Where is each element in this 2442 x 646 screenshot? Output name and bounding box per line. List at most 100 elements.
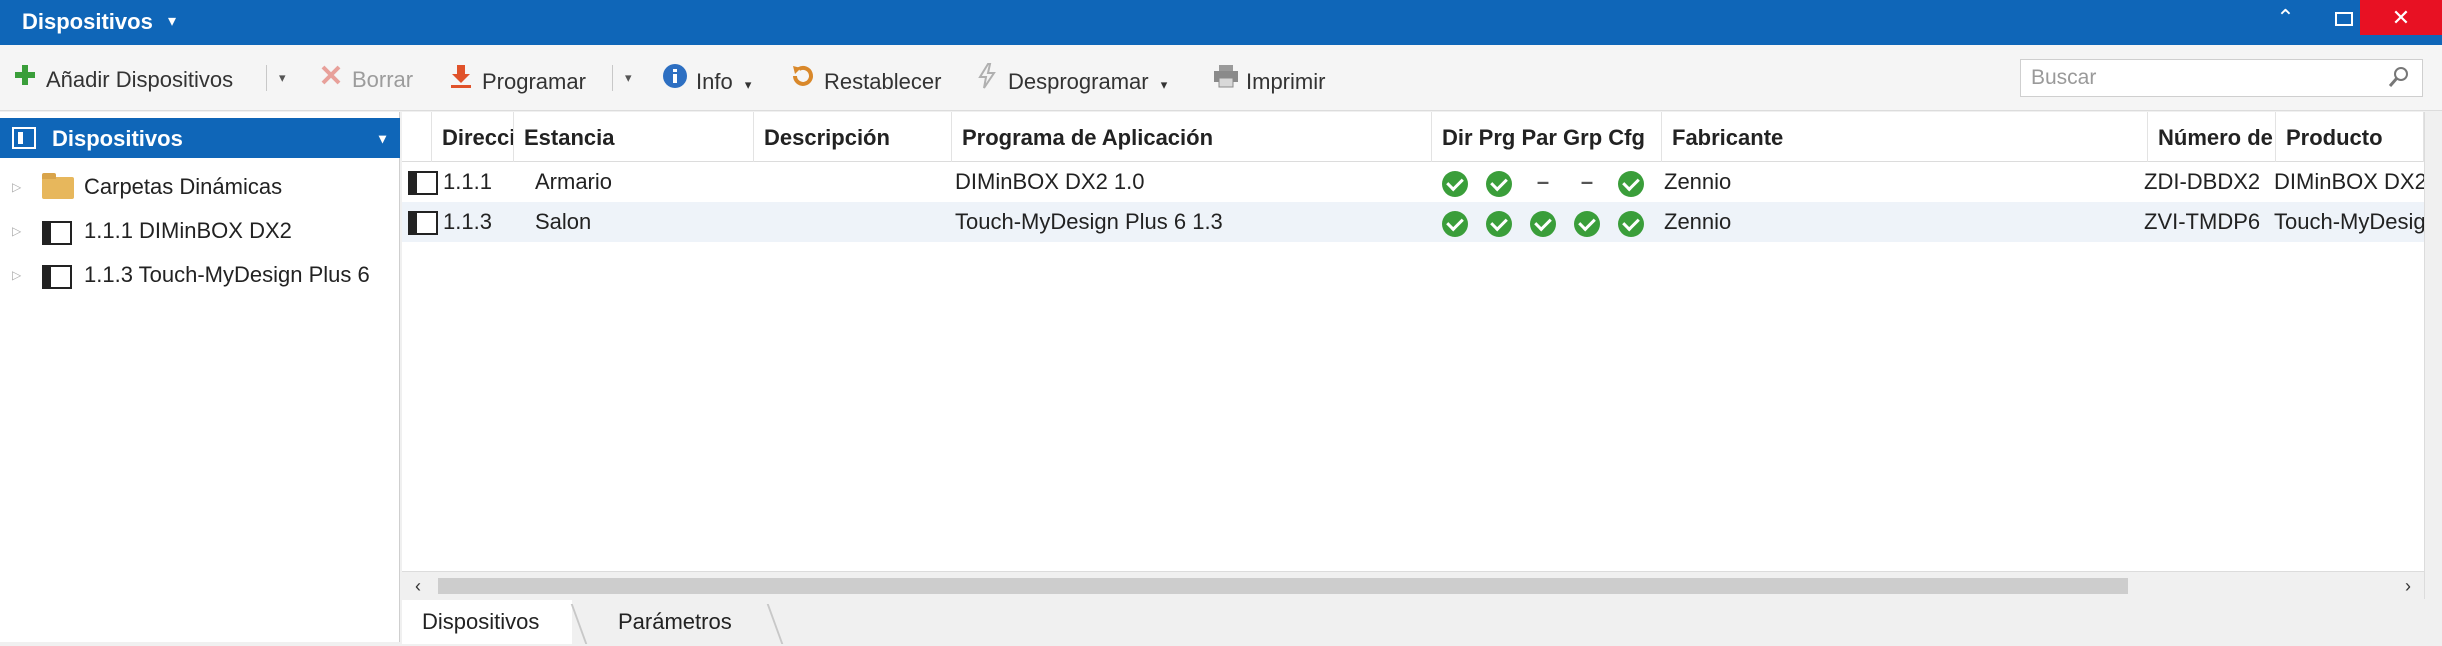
column-header-manufacturer[interactable]: Fabricante [1662, 112, 2148, 162]
table-row[interactable]: 1.1.3 Salon Touch-MyDesign Plus 6 1.3 Ze… [402, 202, 2424, 242]
program-dropdown-icon[interactable]: ▾ [625, 63, 632, 93]
column-header-product[interactable]: Producto [2276, 112, 2424, 162]
column-header-icon [402, 112, 432, 162]
column-header-app-program[interactable]: Programa de Aplicación [952, 112, 1432, 162]
delete-label: Borrar [352, 67, 414, 92]
search-box [2020, 59, 2423, 97]
expand-arrow-icon[interactable]: ▷ [12, 214, 21, 248]
table-header: Direcci Estancia Descripción Programa de… [402, 112, 2424, 162]
delete-button[interactable]: Borrar [318, 63, 413, 93]
tree-item-label: 1.1.3 Touch-MyDesign Plus 6 [84, 262, 370, 287]
cell-flag-par: – [1536, 169, 1550, 194]
horizontal-scrollbar[interactable]: ‹ › [402, 571, 2424, 599]
column-header-flags[interactable]: Dir Prg Par Grp Cfg [1432, 112, 1662, 162]
unprogram-label: Desprogramar [1008, 69, 1149, 94]
program-label: Programar [482, 69, 586, 94]
download-arrow-icon [448, 63, 474, 97]
expand-arrow-icon[interactable]: ▷ [12, 258, 21, 292]
device-tree-title: Dispositivos [52, 126, 183, 151]
table-row[interactable]: 1.1.1 Armario DIMinBOX DX2 1.0 – – Zenni… [402, 162, 2424, 202]
tab-separator [570, 604, 588, 644]
expand-arrow-icon[interactable]: ▷ [12, 170, 21, 204]
check-icon [1486, 211, 1512, 237]
cell-product: DIMinBOX DX2 [2274, 169, 2424, 194]
reset-button[interactable]: Restablecer [790, 63, 942, 94]
toolbar-separator [612, 65, 613, 91]
maximize-icon [2334, 12, 2353, 27]
tree-item-dynamic-folders[interactable]: ▷ Carpetas Dinámicas [0, 170, 400, 204]
print-button[interactable]: Imprimir [1212, 63, 1326, 94]
check-icon [1486, 171, 1512, 197]
device-icon [42, 265, 72, 289]
reset-icon [790, 63, 816, 97]
scroll-left-icon[interactable]: ‹ [406, 572, 430, 600]
chevron-down-icon[interactable]: ▾ [379, 130, 386, 147]
toolbar-separator [266, 65, 267, 91]
check-icon [1574, 211, 1600, 237]
column-header-description[interactable]: Descripción [754, 112, 952, 162]
vertical-scrollbar[interactable] [2424, 112, 2442, 599]
cell-order-number: ZDI-DBDX2 [2144, 169, 2261, 194]
cell-description [762, 202, 942, 242]
cell-app-program: DIMinBOX DX2 1.0 [955, 169, 1145, 194]
devices-table: Direcci Estancia Descripción Programa de… [402, 112, 2424, 599]
reset-label: Restablecer [824, 69, 942, 94]
cell-address: 1.1.1 [443, 169, 492, 194]
folder-icon [42, 173, 74, 199]
info-label: Info [696, 69, 733, 94]
cell-manufacturer: Zennio [1664, 169, 1732, 194]
title-dropdown-icon[interactable]: ▾ [168, 11, 176, 31]
print-label: Imprimir [1246, 69, 1326, 94]
check-icon [1442, 171, 1468, 197]
column-header-room[interactable]: Estancia [514, 112, 754, 162]
info-icon [662, 63, 688, 97]
tab-separator [766, 604, 784, 644]
window-title[interactable]: Dispositivos [22, 9, 153, 35]
device-icon [408, 211, 438, 235]
devices-panel-icon [12, 127, 36, 149]
tree-item-label: 1.1.1 DIMinBOX DX2 [84, 218, 292, 243]
column-header-order-number[interactable]: Número de [2148, 112, 2276, 162]
close-button[interactable]: ✕ [2360, 0, 2442, 35]
column-header-address[interactable]: Direcci [432, 112, 514, 162]
scroll-right-icon[interactable]: › [2396, 572, 2420, 600]
unprogram-dropdown-icon[interactable]: ▾ [1161, 77, 1168, 92]
search-input[interactable] [2021, 60, 2361, 96]
cell-product: Touch-MyDesig [2274, 209, 2424, 234]
bottom-tabs: Dispositivos Parámetros [402, 600, 2442, 646]
cell-room: Armario [535, 169, 613, 194]
info-dropdown-icon[interactable]: ▾ [745, 77, 752, 92]
device-tree-pane: Dispositivos ▾ ▷ Carpetas Dinámicas ▷ 1.… [0, 112, 400, 642]
cell-description [762, 162, 942, 202]
info-button[interactable]: Info ▾ [662, 63, 752, 94]
tree-item-label: Carpetas Dinámicas [84, 174, 283, 199]
cell-address: 1.1.3 [443, 209, 492, 234]
device-tree-header[interactable]: Dispositivos ▾ [0, 118, 400, 158]
program-button[interactable]: Programar [448, 63, 586, 94]
scrollbar-thumb[interactable] [438, 578, 2128, 594]
cell-manufacturer: Zennio [1664, 209, 1732, 234]
unprogram-button[interactable]: Desprogramar ▾ [974, 63, 1168, 94]
device-icon [408, 171, 438, 195]
check-icon [1618, 211, 1644, 237]
toolbar: Añadir Dispositivos ▾ Borrar Programar ▾… [0, 45, 2442, 111]
check-icon [1618, 171, 1644, 197]
tab-devices[interactable]: Dispositivos [402, 600, 572, 644]
lightning-icon [974, 63, 1000, 97]
device-icon [42, 221, 72, 245]
add-devices-button[interactable]: Añadir Dispositivos [12, 63, 233, 93]
cell-room: Salon [535, 209, 592, 234]
check-icon [1442, 211, 1468, 237]
printer-icon [1212, 63, 1238, 97]
tab-parameters[interactable]: Parámetros [598, 600, 768, 644]
tree-item-device-1-1-1[interactable]: ▷ 1.1.1 DIMinBOX DX2 [0, 214, 400, 248]
title-bar: Dispositivos ▾ ⌃ ✕ [0, 0, 2442, 45]
cell-flag-grp: – [1580, 169, 1594, 194]
search-icon[interactable] [2388, 66, 2410, 88]
x-icon [318, 63, 344, 95]
collapse-button[interactable]: ⌃ [2258, 0, 2313, 35]
cell-app-program: Touch-MyDesign Plus 6 1.3 [955, 209, 1223, 234]
add-devices-dropdown-icon[interactable]: ▾ [279, 63, 286, 93]
tree-item-device-1-1-3[interactable]: ▷ 1.1.3 Touch-MyDesign Plus 6 [0, 258, 400, 292]
add-devices-label: Añadir Dispositivos [46, 67, 234, 92]
